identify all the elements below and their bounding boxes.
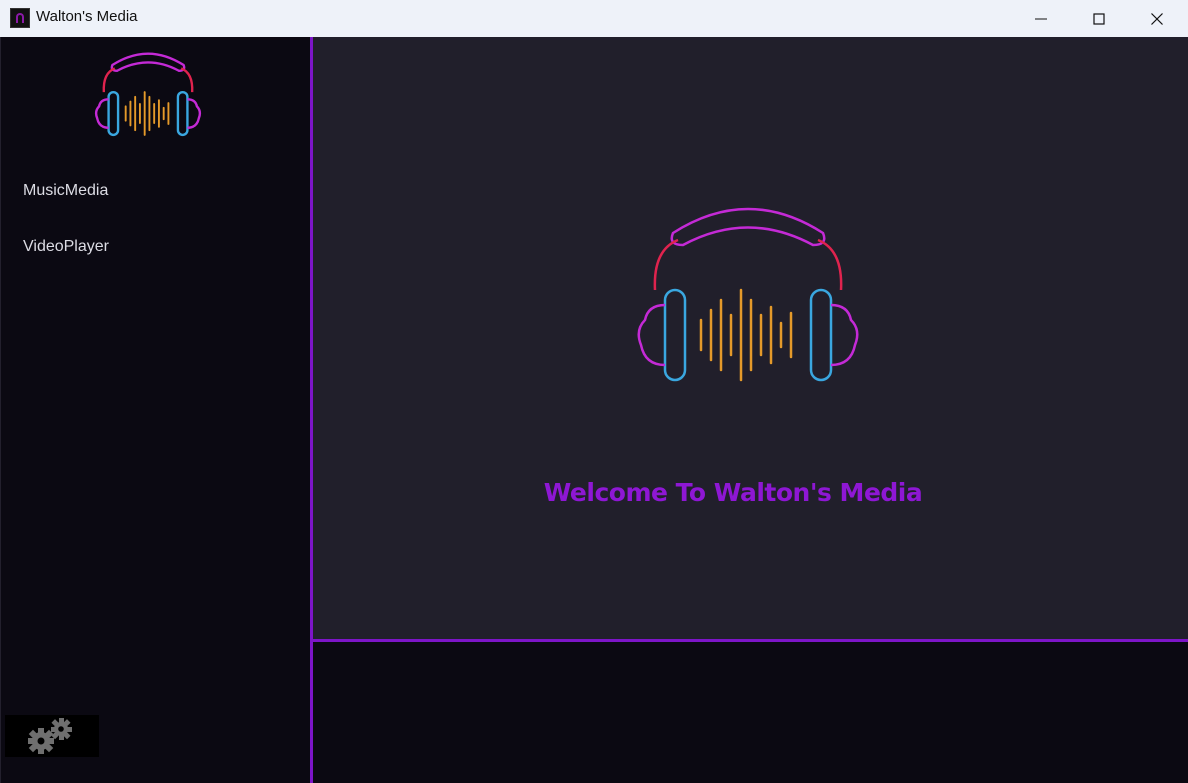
headphones-logo: [94, 52, 202, 137]
close-button[interactable]: [1128, 0, 1186, 37]
headphones-logo: [637, 207, 859, 382]
sidebar-item-musicmedia[interactable]: MusicMedia: [23, 182, 108, 200]
close-icon: [1151, 12, 1163, 25]
minimize-button[interactable]: [1012, 0, 1070, 37]
gears-icon: [28, 718, 72, 754]
sidebar-item-videoplayer[interactable]: VideoPlayer: [23, 238, 109, 256]
main-content: Welcome To Walton's Media: [313, 37, 1188, 640]
app-window: Walton's Media MusicMedia VideoPlayer We…: [0, 0, 1188, 783]
app-icon: [10, 8, 30, 28]
maximize-button[interactable]: [1070, 0, 1128, 37]
minimize-icon: [1035, 18, 1047, 19]
bottom-panel: [313, 642, 1188, 783]
settings-button[interactable]: [5, 715, 99, 757]
window-title: Walton's Media: [36, 8, 138, 25]
maximize-icon: [1093, 12, 1105, 25]
title-bar[interactable]: Walton's Media: [0, 0, 1188, 37]
welcome-heading: Welcome To Walton's Media: [543, 478, 923, 507]
sidebar: MusicMedia VideoPlayer: [0, 37, 311, 783]
